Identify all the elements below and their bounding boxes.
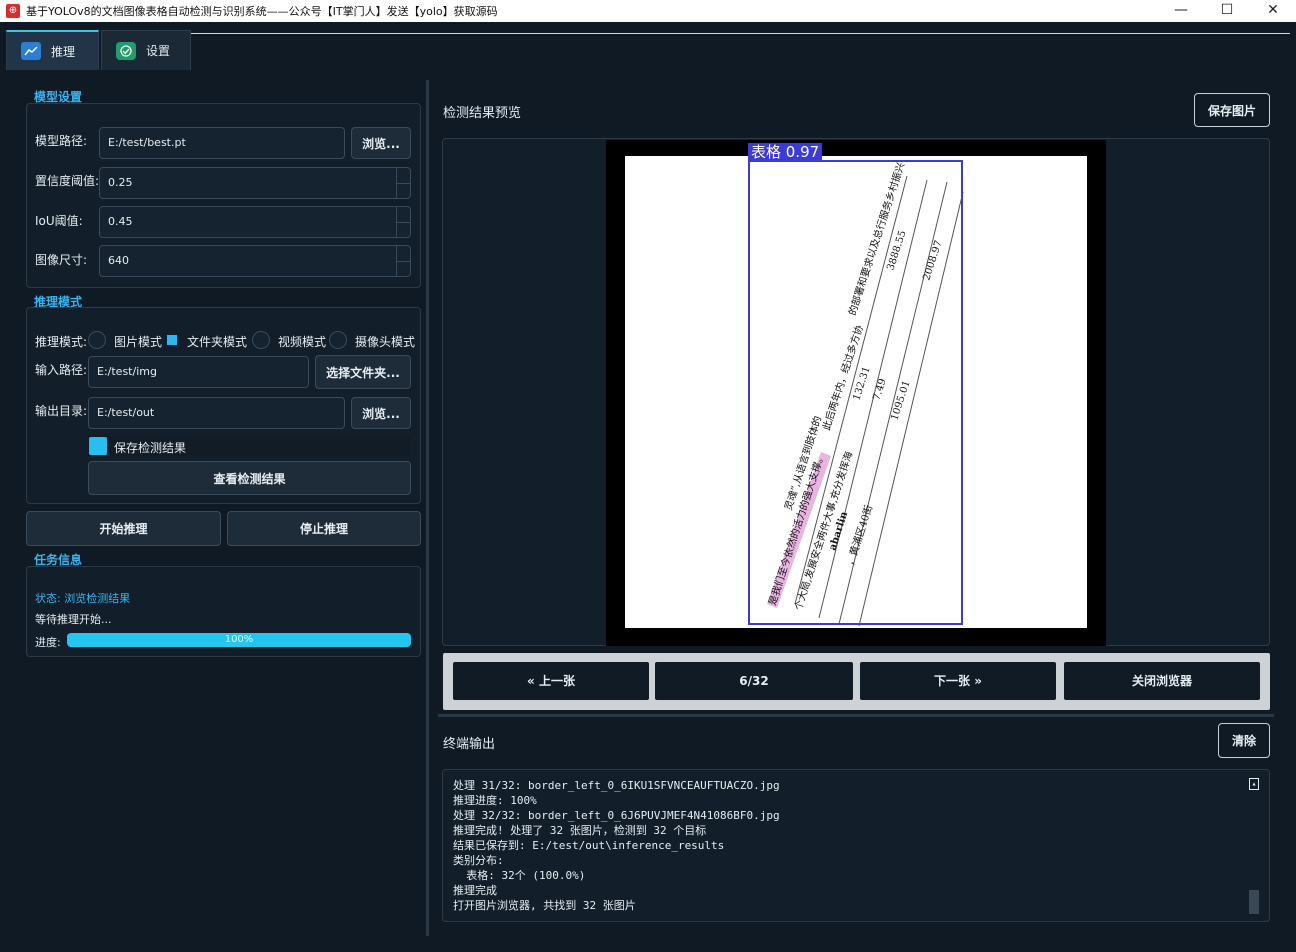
terminal-line: 推理完成 — [453, 884, 497, 897]
title-bar: ⊕ 基于YOLOv8的文档图像表格自动检测与识别系统——公众号【IT掌门人】发送… — [0, 0, 1296, 22]
image-counter: 6/32 — [655, 662, 853, 700]
terminal-line: 类别分布: — [453, 854, 504, 867]
detection-label: 表格 0.97 — [748, 143, 823, 162]
stop-inference-button[interactable]: 停止推理 — [227, 511, 421, 546]
start-inference-button[interactable]: 开始推理 — [26, 511, 221, 546]
conf-spinbox[interactable]: 0.25 — [99, 167, 411, 199]
terminal-line: 表格: 32个 (100.0%) — [453, 869, 586, 882]
tab-settings[interactable]: 设置 — [101, 30, 191, 70]
output-browse-button[interactable]: 浏览... — [351, 397, 411, 429]
terminal-line: 处理 32/32: border_left_0_6J6PUVJMEF4N4108… — [453, 809, 780, 822]
save-results-checkbox[interactable] — [89, 437, 107, 455]
prev-image-button[interactable]: « 上一张 — [453, 662, 649, 700]
iou-label: IoU阈值: — [35, 214, 83, 228]
scroll-thumb[interactable] — [1249, 890, 1259, 914]
mode-label: 推理模式: — [35, 335, 88, 349]
conf-label: 置信度阈值: — [35, 174, 100, 188]
radio-image-label: 图片模式 — [114, 335, 163, 349]
radio-image-mode[interactable] — [88, 331, 106, 349]
input-path-input[interactable]: E:/test/img — [88, 356, 309, 388]
window-title: 基于YOLOv8的文档图像表格自动检测与识别系统——公众号【IT掌门人】发送【y… — [26, 5, 498, 18]
terminal-line: 打开图片浏览器, 共找到 32 张图片 — [453, 899, 636, 912]
minimize-button[interactable]: — — [1158, 0, 1204, 22]
scroll-up-icon[interactable]: ▴ — [1249, 778, 1259, 790]
imgsz-label: 图像尺寸: — [35, 253, 88, 267]
close-button[interactable]: ✕ — [1250, 0, 1296, 22]
maximize-button[interactable]: ☐ — [1204, 0, 1250, 22]
progress-bar: 100% — [67, 633, 411, 647]
radio-folder-mode[interactable] — [167, 335, 177, 345]
iou-value: 0.45 — [108, 215, 133, 228]
radio-video-label: 视频模式 — [278, 335, 327, 349]
terminal-line: 推理进度: 100% — [453, 794, 537, 807]
terminal-title: 终端输出 — [443, 737, 496, 752]
waiting-text: 等待推理开始... — [35, 613, 112, 626]
check-icon — [116, 41, 136, 60]
progress-label: 进度: — [35, 636, 61, 649]
save-results-label: 保存检测结果 — [114, 441, 187, 455]
radio-camera-mode[interactable] — [329, 331, 347, 349]
radio-folder-label: 文件夹模式 — [187, 335, 248, 349]
save-image-button[interactable]: 保存图片 — [1194, 93, 1270, 127]
view-results-button[interactable]: 查看检测结果 — [88, 461, 411, 495]
image-navigation: « 上一张 6/32 下一张 » 关闭浏览器 — [443, 653, 1270, 710]
tab-settings-label: 设置 — [146, 44, 171, 58]
close-browser-button[interactable]: 关闭浏览器 — [1064, 662, 1260, 700]
preview-image: 灵魂”,从语言到肢体的 是我们至今依然的活力的强大支撑。 个大局,发展安全两件大… — [606, 140, 1106, 646]
terminal-line: 处理 31/32: border_left_0_6IKU1SFVNCEAUFTU… — [453, 779, 780, 792]
model-path-input[interactable]: E:/test/best.pt — [99, 127, 345, 159]
tab-bar: 推理 设置 — [6, 30, 193, 70]
detection-box — [748, 160, 963, 625]
status-text: 状态: 浏览检测结果 — [35, 592, 131, 605]
preview-title: 检测结果预览 — [443, 106, 522, 121]
terminal-output[interactable]: 处理 31/32: border_left_0_6IKU1SFVNCEAUFTU… — [442, 769, 1270, 922]
select-folder-button[interactable]: 选择文件夹... — [315, 355, 411, 389]
radio-camera-label: 摄像头模式 — [355, 335, 416, 349]
output-dir-label: 输出目录: — [35, 404, 88, 418]
tab-inference-label: 推理 — [51, 44, 76, 59]
app-icon: ⊕ — [6, 4, 20, 18]
input-path-label: 输入路径: — [35, 363, 88, 377]
imgsz-value: 640 — [108, 254, 129, 267]
iou-spinbox[interactable]: 0.45 — [99, 206, 411, 238]
progress-text: 100% — [224, 634, 254, 645]
clear-terminal-button[interactable]: 清除 — [1218, 723, 1270, 758]
conf-stepper[interactable] — [396, 168, 410, 198]
tab-divider — [190, 33, 1290, 34]
terminal-scrollbar[interactable]: ▴ — [1249, 778, 1259, 914]
model-path-label: 模型路径: — [35, 134, 88, 148]
chart-icon — [21, 42, 41, 60]
imgsz-stepper[interactable] — [396, 246, 410, 276]
conf-value: 0.25 — [108, 176, 133, 189]
terminal-line: 推理完成! 处理了 32 张图片，检测到 32 个目标 — [453, 824, 707, 837]
tab-inference[interactable]: 推理 — [6, 30, 99, 70]
vertical-splitter[interactable] — [438, 714, 1274, 717]
panel-divider[interactable] — [426, 80, 429, 936]
output-dir-input[interactable]: E:/test/out — [88, 397, 345, 429]
next-image-button[interactable]: 下一张 » — [860, 662, 1056, 700]
imgsz-spinbox[interactable]: 640 — [99, 245, 411, 277]
terminal-line: 结果已保存到: E:/test/out\inference_results — [453, 839, 725, 852]
iou-stepper[interactable] — [396, 207, 410, 237]
model-browse-button[interactable]: 浏览... — [351, 127, 411, 159]
radio-video-mode[interactable] — [252, 331, 270, 349]
